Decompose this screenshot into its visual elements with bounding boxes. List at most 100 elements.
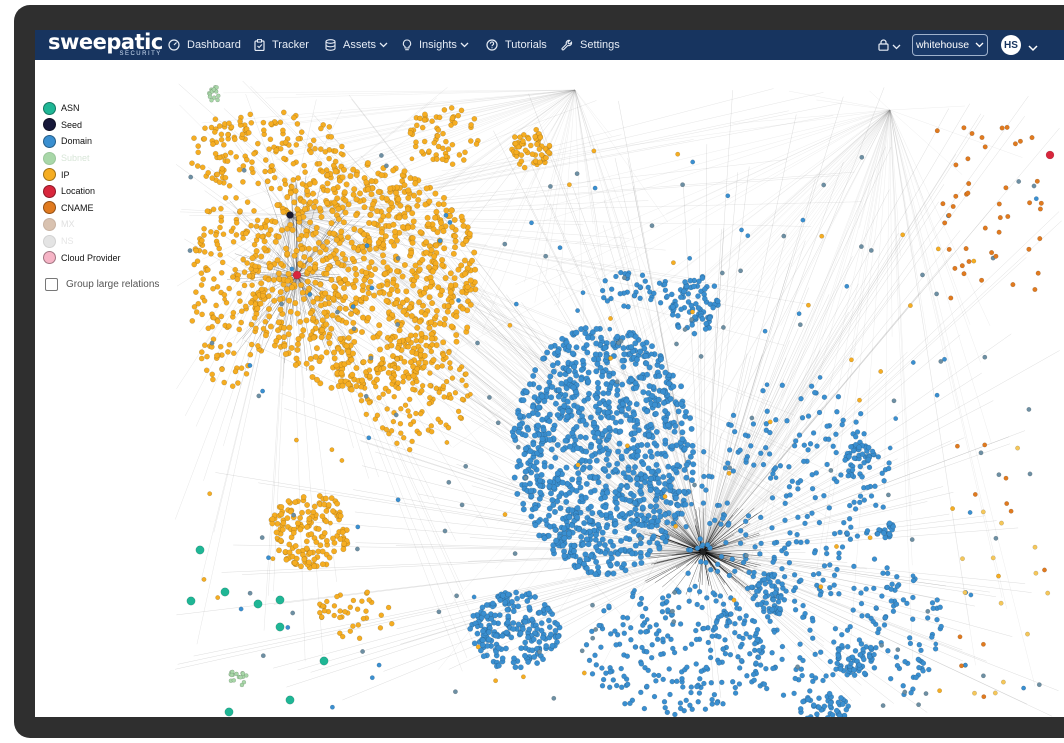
- domain-node[interactable]: [900, 597, 907, 603]
- ip-node[interactable]: [312, 246, 319, 253]
- domain-node[interactable]: [791, 598, 798, 604]
- ip-node[interactable]: [394, 287, 401, 294]
- domain-node[interactable]: [705, 542, 711, 548]
- domain-node[interactable]: [661, 486, 668, 493]
- domain-node[interactable]: [793, 539, 800, 545]
- domain-node[interactable]: [693, 661, 699, 667]
- domain-node[interactable]: [677, 700, 684, 706]
- ip-node[interactable]: [428, 335, 435, 342]
- domain-node[interactable]: [665, 422, 672, 429]
- domain-node[interactable]: [823, 545, 829, 551]
- domain-node[interactable]: [510, 608, 517, 615]
- domain-node[interactable]: [624, 615, 631, 621]
- domain-node[interactable]: [517, 664, 524, 671]
- ip-node[interactable]: [435, 201, 442, 208]
- ip-node[interactable]: [222, 174, 229, 181]
- ip-node[interactable]: [388, 286, 395, 293]
- domain-node[interactable]: [527, 487, 534, 494]
- domain-node[interactable]: [866, 653, 873, 660]
- cname-node[interactable]: [1003, 185, 1009, 191]
- domain-node[interactable]: [628, 637, 634, 643]
- domain-node[interactable]: [663, 498, 670, 505]
- domain-node[interactable]: [653, 428, 660, 435]
- domain-node[interactable]: [777, 606, 783, 612]
- graph-node[interactable]: [395, 497, 401, 503]
- ip-node[interactable]: [294, 121, 301, 127]
- domain-node[interactable]: [823, 673, 829, 679]
- ip-node[interactable]: [335, 216, 342, 223]
- domain-node[interactable]: [504, 606, 511, 613]
- domain-node[interactable]: [646, 383, 653, 390]
- domain-node[interactable]: [778, 594, 784, 601]
- ip-node[interactable]: [314, 295, 321, 302]
- ip-node[interactable]: [287, 221, 294, 228]
- domain-node[interactable]: [839, 642, 845, 649]
- domain-node[interactable]: [552, 454, 559, 461]
- domain-node[interactable]: [539, 393, 546, 400]
- ip-node[interactable]: [252, 294, 259, 301]
- ip-node[interactable]: [407, 396, 413, 403]
- ip-node[interactable]: [432, 190, 439, 197]
- ip-node[interactable]: [260, 119, 267, 126]
- ip-node[interactable]: [414, 378, 420, 385]
- ip-node[interactable]: [341, 189, 348, 196]
- domain-node[interactable]: [548, 631, 554, 638]
- ip-node[interactable]: [456, 366, 463, 373]
- domain-node[interactable]: [776, 611, 783, 617]
- ip-node[interactable]: [315, 526, 322, 532]
- domain-node[interactable]: [602, 550, 609, 557]
- graph-node[interactable]: [891, 398, 897, 404]
- domain-node[interactable]: [677, 621, 684, 627]
- domain-node[interactable]: [651, 290, 657, 297]
- domain-node[interactable]: [756, 647, 762, 654]
- domain-node[interactable]: [710, 304, 716, 311]
- ip-node[interactable]: [319, 257, 326, 264]
- domain-node[interactable]: [601, 344, 608, 351]
- ip-node[interactable]: [289, 226, 296, 233]
- domain-node[interactable]: [701, 473, 707, 480]
- domain-node[interactable]: [859, 473, 865, 480]
- domain-node[interactable]: [595, 407, 602, 414]
- ip-node[interactable]: [233, 219, 240, 226]
- domain-node[interactable]: [767, 429, 773, 436]
- domain-node[interactable]: [777, 463, 784, 469]
- graph-node[interactable]: [644, 617, 650, 622]
- domain-node[interactable]: [809, 510, 815, 516]
- ip-node[interactable]: [292, 499, 299, 506]
- graph-node[interactable]: [1016, 179, 1022, 184]
- ip-node[interactable]: [289, 184, 295, 190]
- domain-node[interactable]: [541, 463, 548, 470]
- domain-node[interactable]: [885, 570, 891, 577]
- cname-node[interactable]: [981, 641, 986, 647]
- domain-node[interactable]: [586, 464, 593, 471]
- ip-node[interactable]: [400, 308, 407, 315]
- ip-node[interactable]: [262, 157, 269, 163]
- domain-node[interactable]: [752, 641, 758, 647]
- graph-node[interactable]: [285, 625, 291, 630]
- ip-node[interactable]: [322, 290, 329, 297]
- domain-node[interactable]: [651, 693, 658, 700]
- domain-node[interactable]: [670, 303, 676, 310]
- cname-node[interactable]: [934, 128, 940, 134]
- ip-node[interactable]: [277, 296, 284, 303]
- graph-node[interactable]: [859, 154, 865, 160]
- ip-node[interactable]: [262, 318, 269, 325]
- domain-node[interactable]: [579, 466, 586, 473]
- ip-node[interactable]: [448, 395, 454, 401]
- domain-node[interactable]: [848, 443, 854, 450]
- domain-node[interactable]: [605, 462, 612, 469]
- domain-node[interactable]: [651, 508, 658, 515]
- ip-node[interactable]: [248, 165, 255, 172]
- domain-node[interactable]: [722, 651, 729, 657]
- ip-node[interactable]: [384, 281, 391, 288]
- domain-node[interactable]: [699, 604, 705, 611]
- ip-node[interactable]: [428, 423, 434, 429]
- ip-node[interactable]: [374, 208, 381, 215]
- ip-node[interactable]: [334, 500, 341, 507]
- ip-node[interactable]: [383, 297, 390, 304]
- location-node[interactable]: [292, 270, 302, 280]
- domain-node[interactable]: [479, 642, 486, 648]
- cname-node[interactable]: [1045, 590, 1051, 596]
- ip-node[interactable]: [372, 266, 379, 273]
- domain-node[interactable]: [678, 510, 685, 517]
